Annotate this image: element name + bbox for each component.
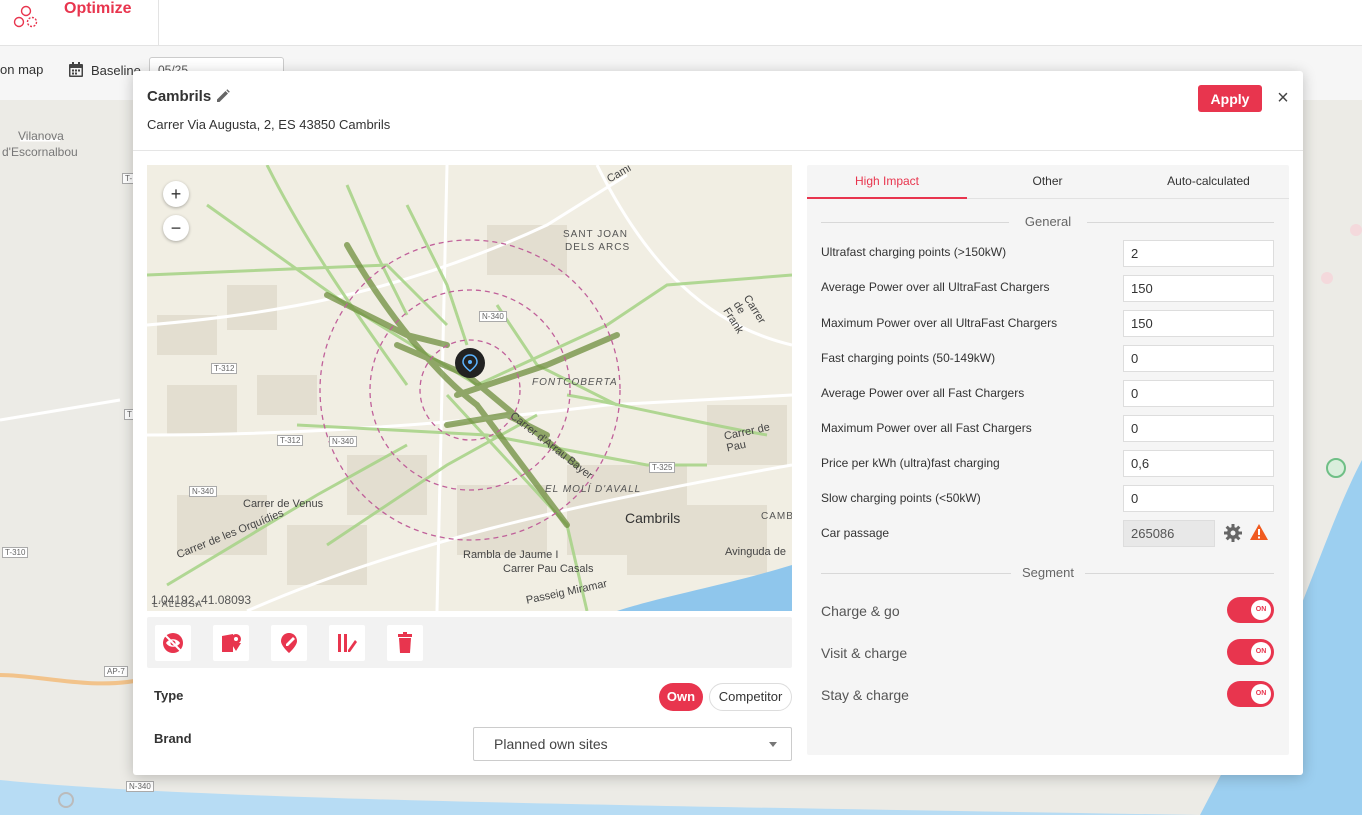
map-label: DELS ARCS (565, 242, 631, 253)
trash-icon (398, 632, 412, 653)
brand-box: Optimize (0, 0, 159, 46)
section-title-segment: Segment (1021, 565, 1075, 580)
map-tools-bar (147, 617, 792, 668)
divider (821, 222, 1009, 223)
site-address: Carrer Via Augusta, 2, ES 43850 Cambrils (147, 117, 391, 132)
tab-auto-calculated[interactable]: Auto-calculated (1128, 165, 1289, 199)
slow-points-input[interactable]: 0 (1123, 485, 1274, 512)
bg-road-shield: T-310 (2, 547, 29, 558)
segment-label: Charge & go (821, 603, 900, 619)
brand-label: Brand (154, 731, 192, 746)
toggle-state: ON (1251, 642, 1271, 662)
max-power-ultrafast-input[interactable]: 150 (1123, 310, 1274, 337)
road-shield: T-312 (277, 435, 304, 446)
avg-power-fast-input[interactable]: 0 (1123, 380, 1274, 407)
map-label: Cambrils (625, 510, 681, 526)
charge-and-go-toggle[interactable]: ON (1227, 597, 1274, 623)
max-power-fast-input[interactable]: 0 (1123, 415, 1274, 442)
field-label: Average Power over all UltraFast Charger… (821, 280, 1050, 294)
edit-pencil-icon[interactable] (215, 88, 231, 104)
section-title-general: General (1024, 214, 1072, 229)
on-map-label[interactable]: on map (0, 62, 43, 77)
top-bar: Optimize (0, 0, 1362, 46)
zoom-out-button[interactable]: − (163, 215, 189, 241)
visit-and-charge-toggle[interactable]: ON (1227, 639, 1274, 665)
road-shield: N-340 (479, 311, 507, 322)
edit-columns-tool[interactable] (329, 625, 365, 661)
bg-road-shield: AP-7 (104, 666, 128, 677)
zoom-in-button[interactable]: + (163, 181, 189, 207)
delete-tool[interactable] (387, 625, 423, 661)
tab-other[interactable]: Other (967, 165, 1128, 199)
map-label: SANT JOAN (563, 229, 628, 240)
map-label: Carrer Pau Casals (503, 563, 594, 575)
chevron-down-icon (769, 742, 777, 747)
field-label: Price per kWh (ultra)fast charging (821, 456, 1000, 470)
map-label: Avinguda de (725, 546, 786, 558)
site-edit-modal: Cambrils Carrer Via Augusta, 2, ES 43850… (133, 71, 1303, 775)
toggle-state: ON (1251, 684, 1271, 704)
app-name[interactable]: Optimize (64, 0, 132, 18)
divider (821, 573, 1011, 574)
divider (1087, 222, 1274, 223)
road-shield: T-312 (211, 363, 238, 374)
field-label: Slow charging points (<50kW) (821, 491, 981, 505)
brand-select[interactable]: Planned own sites (473, 727, 792, 761)
hide-layer-tool[interactable] (155, 625, 191, 661)
site-map[interactable]: SANT JOAN DELS ARCS FONTCOBERTA EL MOLÍ … (147, 165, 792, 611)
map-label: CAMB (761, 511, 792, 522)
segment-label: Stay & charge (821, 687, 909, 703)
field-label: Ultrafast charging points (>150kW) (821, 245, 1007, 259)
field-label: Car passage (821, 526, 890, 540)
app-logo-icon (13, 5, 38, 28)
close-icon[interactable]: × (1273, 88, 1293, 108)
map-label: Rambla de Jaume I (463, 549, 559, 561)
avg-power-ultrafast-input[interactable]: 150 (1123, 275, 1274, 302)
field-label: Maximum Power over all UltraFast Charger… (821, 316, 1058, 330)
price-per-kwh-input[interactable]: 0,6 (1123, 450, 1274, 477)
map-coordinates: 1.04192, 41.08093 (151, 593, 252, 607)
gear-icon[interactable] (1223, 523, 1243, 543)
road-shield: N-340 (329, 436, 357, 447)
road-shield: N-340 (189, 486, 217, 497)
map-label: FONTCOBERTA (532, 377, 618, 388)
fast-points-input[interactable]: 0 (1123, 345, 1274, 372)
brand-select-value: Planned own sites (494, 736, 608, 752)
tab-bar: High Impact Other Auto-calculated (807, 165, 1289, 199)
calendar-icon[interactable] (68, 61, 84, 78)
parameters-panel: High Impact Other Auto-calculated Genera… (807, 165, 1289, 755)
ultrafast-points-input[interactable]: 2 (1123, 240, 1274, 267)
stay-and-charge-toggle[interactable]: ON (1227, 681, 1274, 707)
field-label: Average Power over all Fast Chargers (821, 386, 1025, 400)
bg-map-label: d'Escornalbou (2, 145, 78, 159)
type-competitor-chip[interactable]: Competitor (709, 683, 792, 711)
field-label: Fast charging points (50-149kW) (821, 351, 996, 365)
segment-label: Visit & charge (821, 645, 908, 661)
edit-columns-icon (338, 634, 357, 652)
edit-location-icon (281, 633, 297, 653)
eye-off-icon (163, 633, 183, 653)
site-name: Cambrils (147, 88, 212, 105)
road-shield: T-325 (649, 462, 676, 473)
bg-road-shield: N-340 (126, 781, 154, 792)
area-pin-icon (222, 634, 241, 652)
modal-header: Cambrils Carrer Via Augusta, 2, ES 43850… (133, 71, 1303, 151)
divider (1085, 573, 1274, 574)
car-passage-input: 265086 (1123, 520, 1215, 547)
type-label: Type (154, 688, 184, 703)
apply-button[interactable]: Apply (1198, 85, 1262, 112)
field-label: Maximum Power over all Fast Chargers (821, 421, 1032, 435)
map-graphic (147, 165, 792, 611)
bg-map-label: Vilanova (18, 129, 64, 143)
area-pin-tool[interactable] (213, 625, 249, 661)
map-label: Carrer de Venus (243, 498, 324, 510)
type-own-chip[interactable]: Own (659, 683, 703, 711)
warning-icon[interactable] (1249, 523, 1269, 541)
tab-high-impact[interactable]: High Impact (807, 165, 967, 199)
toggle-state: ON (1251, 600, 1271, 620)
edit-location-tool[interactable] (271, 625, 307, 661)
map-label: EL MOLÍ D'AVALL (545, 484, 642, 495)
